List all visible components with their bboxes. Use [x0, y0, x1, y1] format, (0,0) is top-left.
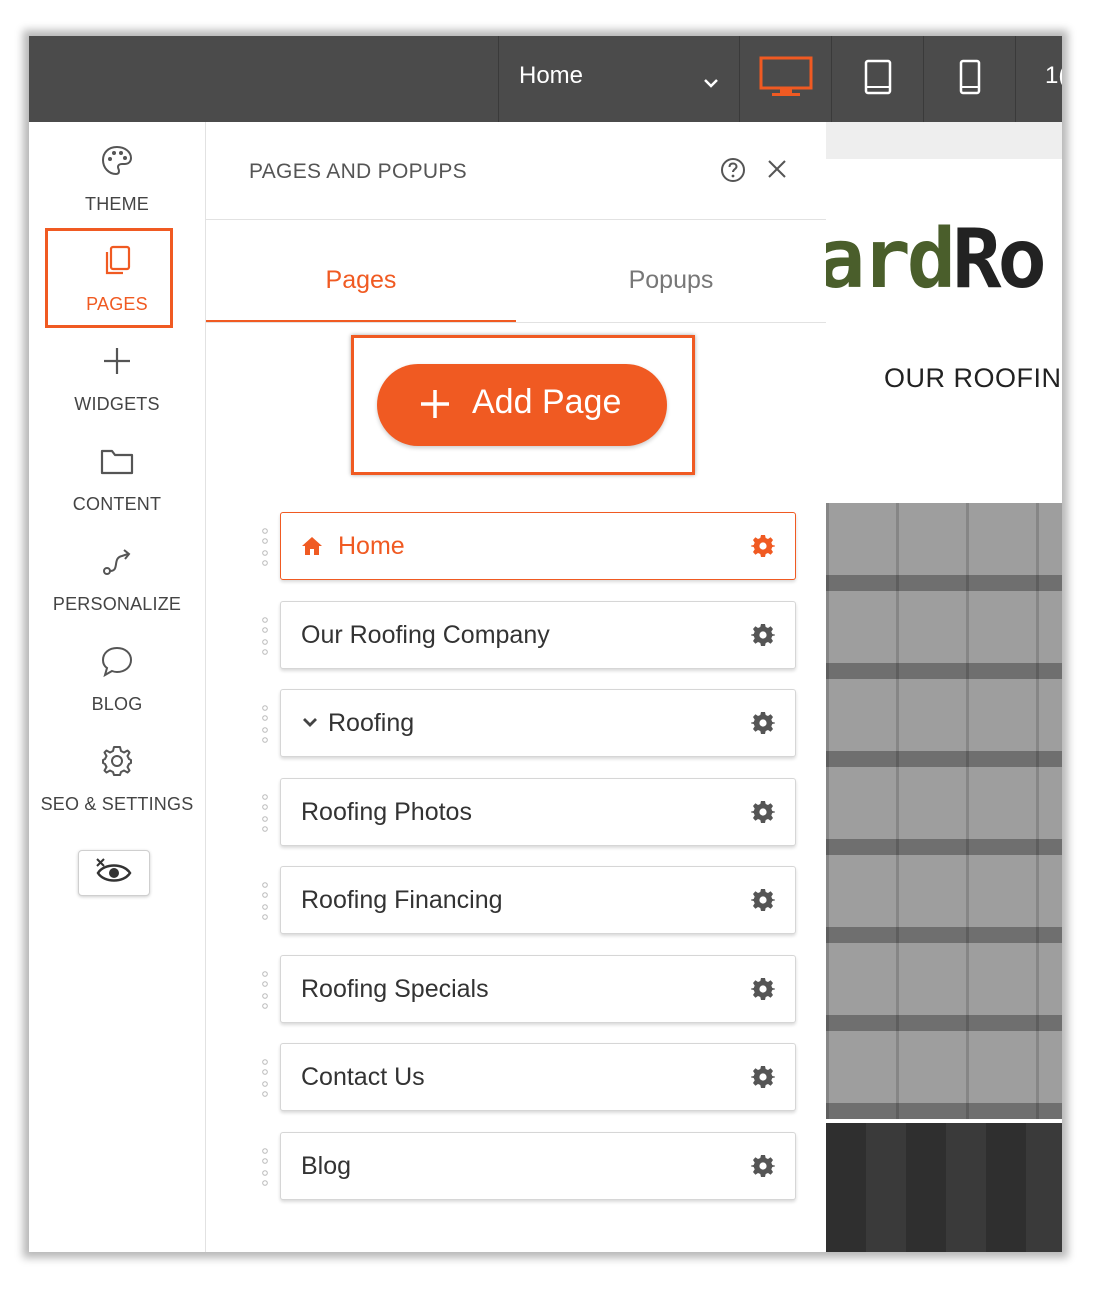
folder-icon: [29, 444, 205, 478]
home-icon: [301, 535, 323, 562]
top-toolbar: Home 1(: [29, 36, 1062, 122]
tablet-view-button[interactable]: [832, 36, 924, 122]
page-name: Home: [338, 532, 405, 560]
page-row-roofing[interactable]: Roofing: [262, 689, 796, 757]
page-settings-gear-icon[interactable]: [751, 1065, 775, 1094]
page-selector-value: Home: [519, 62, 584, 89]
page-row-roofing-financing[interactable]: Roofing Financing: [262, 866, 796, 934]
drag-handle-icon[interactable]: [261, 1147, 269, 1187]
close-icon[interactable]: [767, 159, 787, 184]
panel-header: PAGES AND POPUPS: [206, 122, 826, 220]
sidebar-item-label: THEME: [85, 194, 149, 214]
sidebar-item-label: SEO & SETTINGS: [40, 794, 194, 814]
hide-eye-icon: [94, 857, 134, 890]
help-icon[interactable]: [720, 157, 746, 188]
page-name: Contact Us: [301, 1063, 425, 1091]
panel-tabs: Pages Popups: [206, 220, 826, 323]
desktop-view-button[interactable]: [740, 36, 832, 122]
zoom-level-text[interactable]: 1(: [1045, 62, 1062, 90]
sidebar-item-seo-settings[interactable]: SEO & SETTINGS: [29, 722, 205, 822]
page-name: Blog: [301, 1152, 352, 1180]
sidebar-item-theme[interactable]: THEME: [29, 122, 205, 222]
page-name: Roofing Financing: [301, 886, 503, 914]
editor-window: Home 1( THEME: [29, 36, 1062, 1252]
plus-icon: [29, 344, 205, 378]
roof-shingles-image: [826, 503, 1062, 1119]
page-row-our-roofing-company[interactable]: Our Roofing Company: [262, 601, 796, 669]
panel-title: PAGES AND POPUPS: [249, 160, 467, 183]
site-preview: ardRo OUR ROOFIN: [826, 122, 1062, 1252]
page-name: Roofing Photos: [301, 798, 472, 826]
sidebar-item-content[interactable]: CONTENT: [29, 422, 205, 522]
site-logo: ardRo: [826, 212, 1047, 307]
logo-part-dark: Ro: [952, 212, 1047, 307]
drag-handle-icon[interactable]: [261, 881, 269, 921]
tablet-icon: [864, 59, 892, 100]
page-selector-dropdown[interactable]: Home: [498, 36, 740, 122]
gear-icon: [29, 744, 205, 778]
drag-handle-icon[interactable]: [261, 704, 269, 744]
drag-handle-icon[interactable]: [261, 616, 269, 656]
tab-pages[interactable]: Pages: [206, 266, 516, 295]
page-settings-gear-icon[interactable]: [751, 534, 775, 563]
sidebar-item-label: PERSONALIZE: [52, 594, 182, 614]
page-settings-gear-icon[interactable]: [751, 623, 775, 652]
page-row-roofing-specials[interactable]: Roofing Specials: [262, 955, 796, 1023]
page-name: Roofing Specials: [301, 975, 489, 1003]
chevron-down-icon[interactable]: [301, 715, 319, 734]
page-row-roofing-photos[interactable]: Roofing Photos: [262, 778, 796, 846]
page-settings-gear-icon[interactable]: [751, 800, 775, 829]
page-row-blog[interactable]: Blog: [262, 1132, 796, 1200]
active-tab-underline: [206, 320, 516, 322]
desktop-icon: [758, 55, 814, 104]
add-page-label: Add Page: [472, 383, 622, 421]
chat-bubble-icon: [29, 644, 205, 678]
left-sidebar: THEME PAGES WIDGETS CONTENT PERSONALIZE: [29, 122, 206, 1252]
sidebar-item-label: CONTENT: [72, 494, 162, 514]
drag-handle-icon[interactable]: [261, 970, 269, 1010]
add-page-button[interactable]: Add Page: [377, 364, 667, 446]
page-row-contact-us[interactable]: Contact Us: [262, 1043, 796, 1111]
page-name: Our Roofing Company: [301, 621, 550, 649]
preview-toggle-button[interactable]: [78, 850, 150, 896]
drag-handle-icon[interactable]: [261, 527, 269, 567]
site-nav-text: OUR ROOFIN: [884, 363, 1062, 393]
sidebar-item-widgets[interactable]: WIDGETS: [29, 322, 205, 422]
palette-icon: [29, 144, 205, 178]
dark-roof-image: [826, 1123, 1062, 1252]
sidebar-item-personalize[interactable]: PERSONALIZE: [29, 522, 205, 622]
sidebar-item-label: WIDGETS: [74, 394, 160, 414]
chevron-down-icon: [703, 68, 719, 96]
plus-icon: [417, 386, 453, 427]
page-settings-gear-icon[interactable]: [751, 1154, 775, 1183]
page-settings-gear-icon[interactable]: [751, 888, 775, 917]
page-settings-gear-icon[interactable]: [751, 711, 775, 740]
pages-panel: PAGES AND POPUPS Pages Popups Add Page H…: [206, 122, 826, 1252]
sidebar-item-blog[interactable]: BLOG: [29, 622, 205, 722]
preview-top-strip: [826, 122, 1062, 159]
route-icon: [29, 544, 205, 578]
page-settings-gear-icon[interactable]: [751, 977, 775, 1006]
mobile-view-button[interactable]: [924, 36, 1016, 122]
sidebar-item-label: BLOG: [91, 694, 143, 714]
page-name: Roofing: [328, 709, 415, 737]
mobile-icon: [959, 59, 981, 100]
drag-handle-icon[interactable]: [261, 1058, 269, 1098]
pages-highlight-box: [45, 228, 173, 328]
tab-popups[interactable]: Popups: [516, 266, 826, 295]
logo-part-green: ard: [826, 212, 956, 307]
page-row-home[interactable]: Home: [262, 512, 796, 580]
drag-handle-icon[interactable]: [261, 793, 269, 833]
